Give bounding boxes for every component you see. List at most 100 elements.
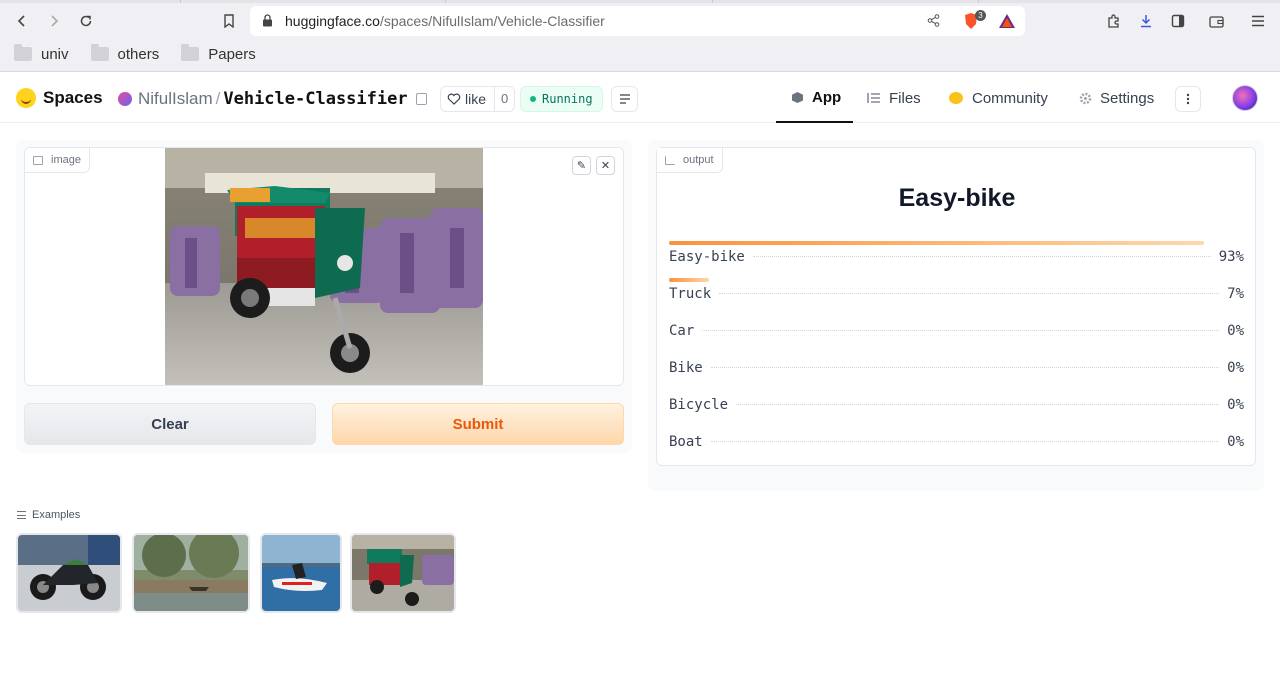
url-path: /spaces/NifulIslam/Vehicle-Classifier bbox=[379, 13, 605, 29]
back-icon[interactable] bbox=[10, 9, 34, 33]
bookmark-folder-others[interactable]: others bbox=[90, 44, 160, 63]
bookmark-folder-univ[interactable]: univ bbox=[14, 44, 69, 63]
bookmark-folder-papers[interactable]: Papers bbox=[181, 44, 256, 63]
tab-settings[interactable]: Settings bbox=[1079, 73, 1154, 123]
tab-strip bbox=[0, 0, 1280, 3]
like-label: like bbox=[465, 91, 487, 107]
spaces-logo[interactable]: Spaces bbox=[16, 88, 103, 108]
browser-toolbar: huggingface.co/spaces/NifulIslam/Vehicle… bbox=[0, 6, 1280, 36]
leader-dots bbox=[719, 293, 1220, 294]
copy-icon[interactable] bbox=[416, 93, 427, 105]
space-header: Spaces NifulIslam / Vehicle-Classifier l… bbox=[0, 73, 1280, 123]
examples-label: Examples bbox=[32, 509, 81, 521]
confidence-label: Easy-bike bbox=[669, 249, 745, 265]
leader-dots bbox=[710, 367, 1220, 368]
community-icon bbox=[948, 91, 964, 105]
status-badge[interactable]: Running bbox=[520, 86, 603, 112]
confidence-bar bbox=[669, 278, 710, 282]
close-icon[interactable]: ✕ bbox=[596, 156, 615, 175]
example-thumbnail-river[interactable] bbox=[132, 533, 250, 613]
tab-app[interactable]: App bbox=[776, 73, 853, 123]
leader-dots bbox=[710, 441, 1220, 442]
leader-dots bbox=[736, 404, 1220, 405]
confidence-value: 0% bbox=[1227, 360, 1244, 376]
spaces-label: Spaces bbox=[43, 88, 103, 107]
cube-icon bbox=[791, 91, 804, 104]
bookmark-icon[interactable] bbox=[217, 9, 241, 33]
confidence-value: 93% bbox=[1218, 249, 1244, 265]
repo-name[interactable]: Vehicle-Classifier bbox=[223, 89, 407, 109]
edit-icon[interactable]: ✎ bbox=[572, 156, 591, 175]
list-icon bbox=[17, 511, 26, 519]
tab-label: App bbox=[812, 88, 842, 106]
confidence-line: Easy-bike 93% bbox=[669, 249, 1244, 269]
more-options-button[interactable] bbox=[1175, 86, 1201, 112]
folder-icon bbox=[14, 44, 32, 61]
output-block-label: output bbox=[657, 148, 723, 173]
output-label-block: output Easy-bike Easy-bike 93% Truck 7% … bbox=[656, 147, 1256, 466]
chart-icon bbox=[665, 155, 675, 165]
like-label-wrap: like bbox=[441, 91, 494, 107]
wallet-icon[interactable] bbox=[1204, 9, 1228, 33]
confidence-value: 0% bbox=[1227, 434, 1244, 450]
reload-icon[interactable] bbox=[74, 9, 98, 33]
tab-community[interactable]: Community bbox=[948, 73, 1048, 123]
output-label: output bbox=[683, 154, 714, 166]
bookmarks-bar: univ others Papers bbox=[0, 42, 258, 66]
image-icon bbox=[33, 155, 43, 165]
confidence-line: Car 0% bbox=[669, 323, 1244, 343]
forward-icon[interactable] bbox=[42, 9, 66, 33]
bookmark-label: others bbox=[117, 45, 160, 63]
url-text: huggingface.co/spaces/NifulIslam/Vehicle… bbox=[285, 13, 605, 29]
output-panel: output Easy-bike Easy-bike 93% Truck 7% … bbox=[648, 140, 1264, 491]
tab-label: Settings bbox=[1100, 89, 1155, 107]
download-icon[interactable] bbox=[1134, 9, 1158, 33]
clear-button[interactable]: Clear bbox=[24, 403, 316, 445]
like-button[interactable]: like 0 bbox=[440, 86, 516, 112]
confidence-label: Truck bbox=[669, 286, 712, 302]
confidence-line: Truck 7% bbox=[669, 286, 1244, 306]
tab-label: Community bbox=[972, 89, 1048, 107]
browser-chrome: huggingface.co/spaces/NifulIslam/Vehicle… bbox=[0, 0, 1280, 72]
confidence-value: 7% bbox=[1227, 286, 1244, 302]
like-count: 0 bbox=[494, 86, 514, 112]
submit-button[interactable]: Submit bbox=[332, 403, 624, 445]
leader-dots bbox=[752, 256, 1211, 257]
address-bar[interactable]: huggingface.co/spaces/NifulIslam/Vehicle… bbox=[250, 6, 1025, 36]
hugging-face-icon bbox=[16, 88, 36, 108]
breadcrumb-separator: / bbox=[215, 89, 221, 108]
folder-icon bbox=[90, 44, 109, 61]
owner-avatar-icon bbox=[118, 92, 132, 106]
bookmark-label: univ bbox=[41, 45, 69, 63]
logs-button[interactable] bbox=[611, 86, 638, 112]
folder-icon bbox=[181, 44, 200, 61]
bookmark-label: Papers bbox=[208, 45, 256, 63]
gear-icon bbox=[1079, 92, 1092, 105]
owner-link[interactable]: NifulIslam bbox=[138, 89, 213, 109]
example-thumbnail-easybike[interactable] bbox=[350, 533, 456, 613]
space-breadcrumb: NifulIslam / Vehicle-Classifier bbox=[118, 89, 408, 109]
image-label: image bbox=[51, 154, 81, 166]
image-block-label: image bbox=[25, 148, 90, 173]
url-host: huggingface.co bbox=[285, 13, 380, 29]
confidence-bar bbox=[669, 241, 1204, 245]
image-input[interactable]: image ✎ ✕ bbox=[24, 147, 624, 386]
confidence-label: Bike bbox=[669, 360, 703, 376]
files-icon bbox=[867, 92, 881, 104]
example-thumbnail-motorbike[interactable] bbox=[16, 533, 122, 613]
example-thumbnail-jetski[interactable] bbox=[260, 533, 342, 613]
confidence-value: 0% bbox=[1227, 397, 1244, 413]
confidence-line: Boat 0% bbox=[669, 434, 1244, 454]
menu-icon[interactable] bbox=[1246, 9, 1270, 33]
extensions-icon[interactable] bbox=[1101, 9, 1125, 33]
share-icon[interactable] bbox=[927, 14, 940, 32]
sidebar-icon[interactable] bbox=[1166, 9, 1190, 33]
status-dot-icon bbox=[530, 96, 536, 102]
tab-files[interactable]: Files bbox=[867, 73, 921, 123]
lock-icon bbox=[262, 14, 273, 32]
brave-rewards-icon[interactable] bbox=[998, 13, 1016, 34]
examples-header: Examples bbox=[17, 509, 80, 521]
confidence-line: Bicycle 0% bbox=[669, 397, 1244, 417]
user-avatar[interactable] bbox=[1232, 85, 1258, 111]
image-tools: ✎ ✕ bbox=[572, 156, 615, 175]
